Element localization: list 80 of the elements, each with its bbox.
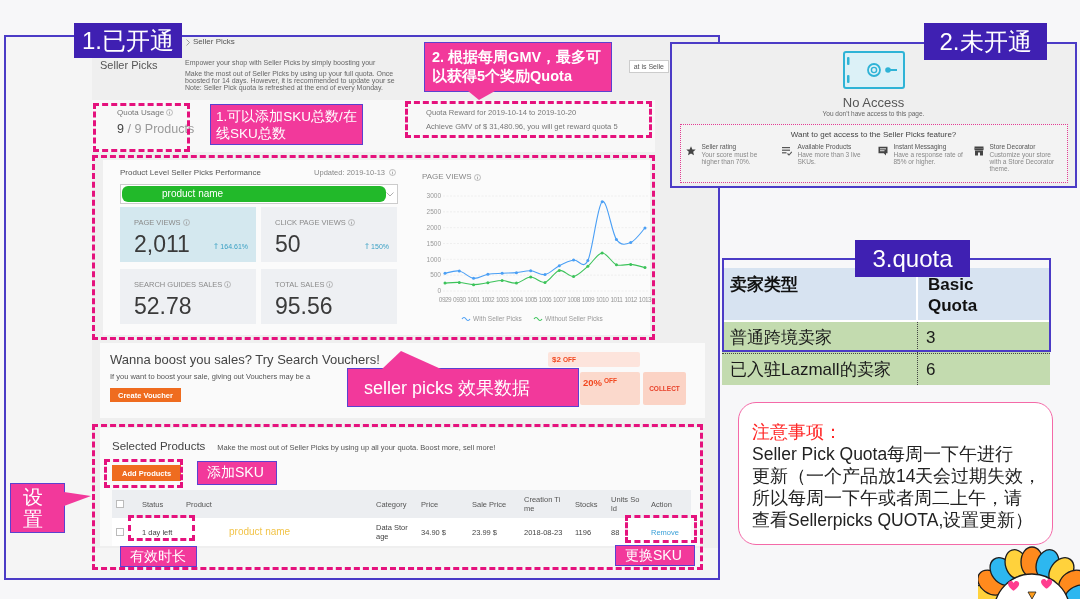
info-icon <box>389 168 396 176</box>
quota-usage-label: Quota Usage <box>117 108 165 117</box>
pointer-icon <box>382 351 441 369</box>
data-point <box>472 276 476 280</box>
table-cell-text: 6 <box>925 359 937 381</box>
data-point <box>443 281 447 285</box>
breadcrumb-link[interactable]: Seller Picks <box>193 37 235 47</box>
data-point <box>500 279 504 283</box>
pointer-icon <box>468 91 495 100</box>
info-icon <box>347 219 355 226</box>
chat-icon <box>877 146 888 156</box>
coupon-amount: 20% <box>583 377 602 388</box>
arrow-up-icon <box>214 243 219 249</box>
info-icon <box>473 173 481 181</box>
info-icon <box>166 109 174 116</box>
chevron-down-icon <box>386 191 394 197</box>
quota-usage-value: 9 / 9 Products <box>117 122 195 137</box>
callout: 添加SKU <box>197 461 277 485</box>
data-point <box>629 262 633 266</box>
promo-title: Wanna boost you sales? Try Search Vouchers! <box>110 352 380 368</box>
info-icon <box>224 281 232 288</box>
notice-text: Seller Pick Quota每周一下午进行 更新（一个产品放14天会过期失效， 所以每周一下午或者周二上午，请 查看Sellerpicks QUOTA,设置更新） <box>752 443 1042 531</box>
star-icon <box>685 146 696 156</box>
metric-value: 2,011 <box>134 232 190 257</box>
section-label: 3.quota <box>855 240 970 277</box>
section-label: 1.已开通 <box>74 23 182 58</box>
metric-value: 50 <box>275 232 301 257</box>
data-point <box>486 272 490 276</box>
arrow-up-icon <box>365 243 370 249</box>
data-point <box>443 271 447 275</box>
data-point <box>514 271 518 275</box>
callout: 有效时长 <box>120 546 197 567</box>
info-icon <box>326 281 334 288</box>
chevron-right-icon <box>186 38 190 46</box>
data-point <box>600 251 604 255</box>
coupon-amount: $2 <box>552 355 561 364</box>
callout: 更换SKU <box>615 545 695 566</box>
checkbox[interactable] <box>116 500 124 508</box>
data-point <box>643 266 647 270</box>
data-point <box>600 200 604 204</box>
checkbox[interactable] <box>116 528 124 536</box>
info-icon <box>182 219 190 226</box>
performance-title: Product Level Seller Picks Performance <box>120 167 261 177</box>
legend-line-icon <box>461 316 471 322</box>
table-cell: 已入驻Lazmall的卖家 <box>722 354 918 385</box>
no-access-title: No Access <box>842 95 905 110</box>
chart-title: PAGE VIEWS <box>422 172 472 182</box>
data-point <box>614 263 618 267</box>
data-point <box>457 269 461 273</box>
data-point <box>486 281 490 285</box>
metric-value: 52.78 <box>134 294 192 319</box>
data-point <box>514 281 518 285</box>
column-header: Basic Quota <box>927 274 979 317</box>
data-point <box>529 269 533 273</box>
legend-line-icon <box>533 316 543 322</box>
section-title: Selected Products <box>112 439 206 453</box>
data-point <box>529 275 533 279</box>
data-point <box>457 280 461 284</box>
data-point <box>543 280 547 284</box>
data-point <box>629 241 633 245</box>
notice-title: 注意事项： <box>752 421 842 443</box>
data-point <box>614 237 618 241</box>
data-point <box>543 273 547 277</box>
store-icon <box>973 146 984 156</box>
list-check-icon <box>781 146 792 156</box>
data-point <box>500 271 504 275</box>
metric-value: 95.56 <box>275 294 333 319</box>
data-point <box>572 258 576 262</box>
requirements-prompt: Want to get access to the Seller Picks feature? <box>790 130 957 140</box>
table-cell: product name <box>229 526 291 538</box>
page-title: Seller Picks <box>100 59 158 72</box>
data-point <box>572 274 576 278</box>
table-cell-text: 3 <box>925 327 937 349</box>
callout: 设置 <box>10 483 65 533</box>
data-point <box>472 283 476 287</box>
pointer-icon <box>64 492 91 506</box>
section-label: 2.未开通 <box>924 23 1047 60</box>
data-point <box>643 226 647 230</box>
callout: 1.可以添加SKU总数/在线SKU总数 <box>210 104 363 145</box>
safe-icon <box>842 51 905 89</box>
